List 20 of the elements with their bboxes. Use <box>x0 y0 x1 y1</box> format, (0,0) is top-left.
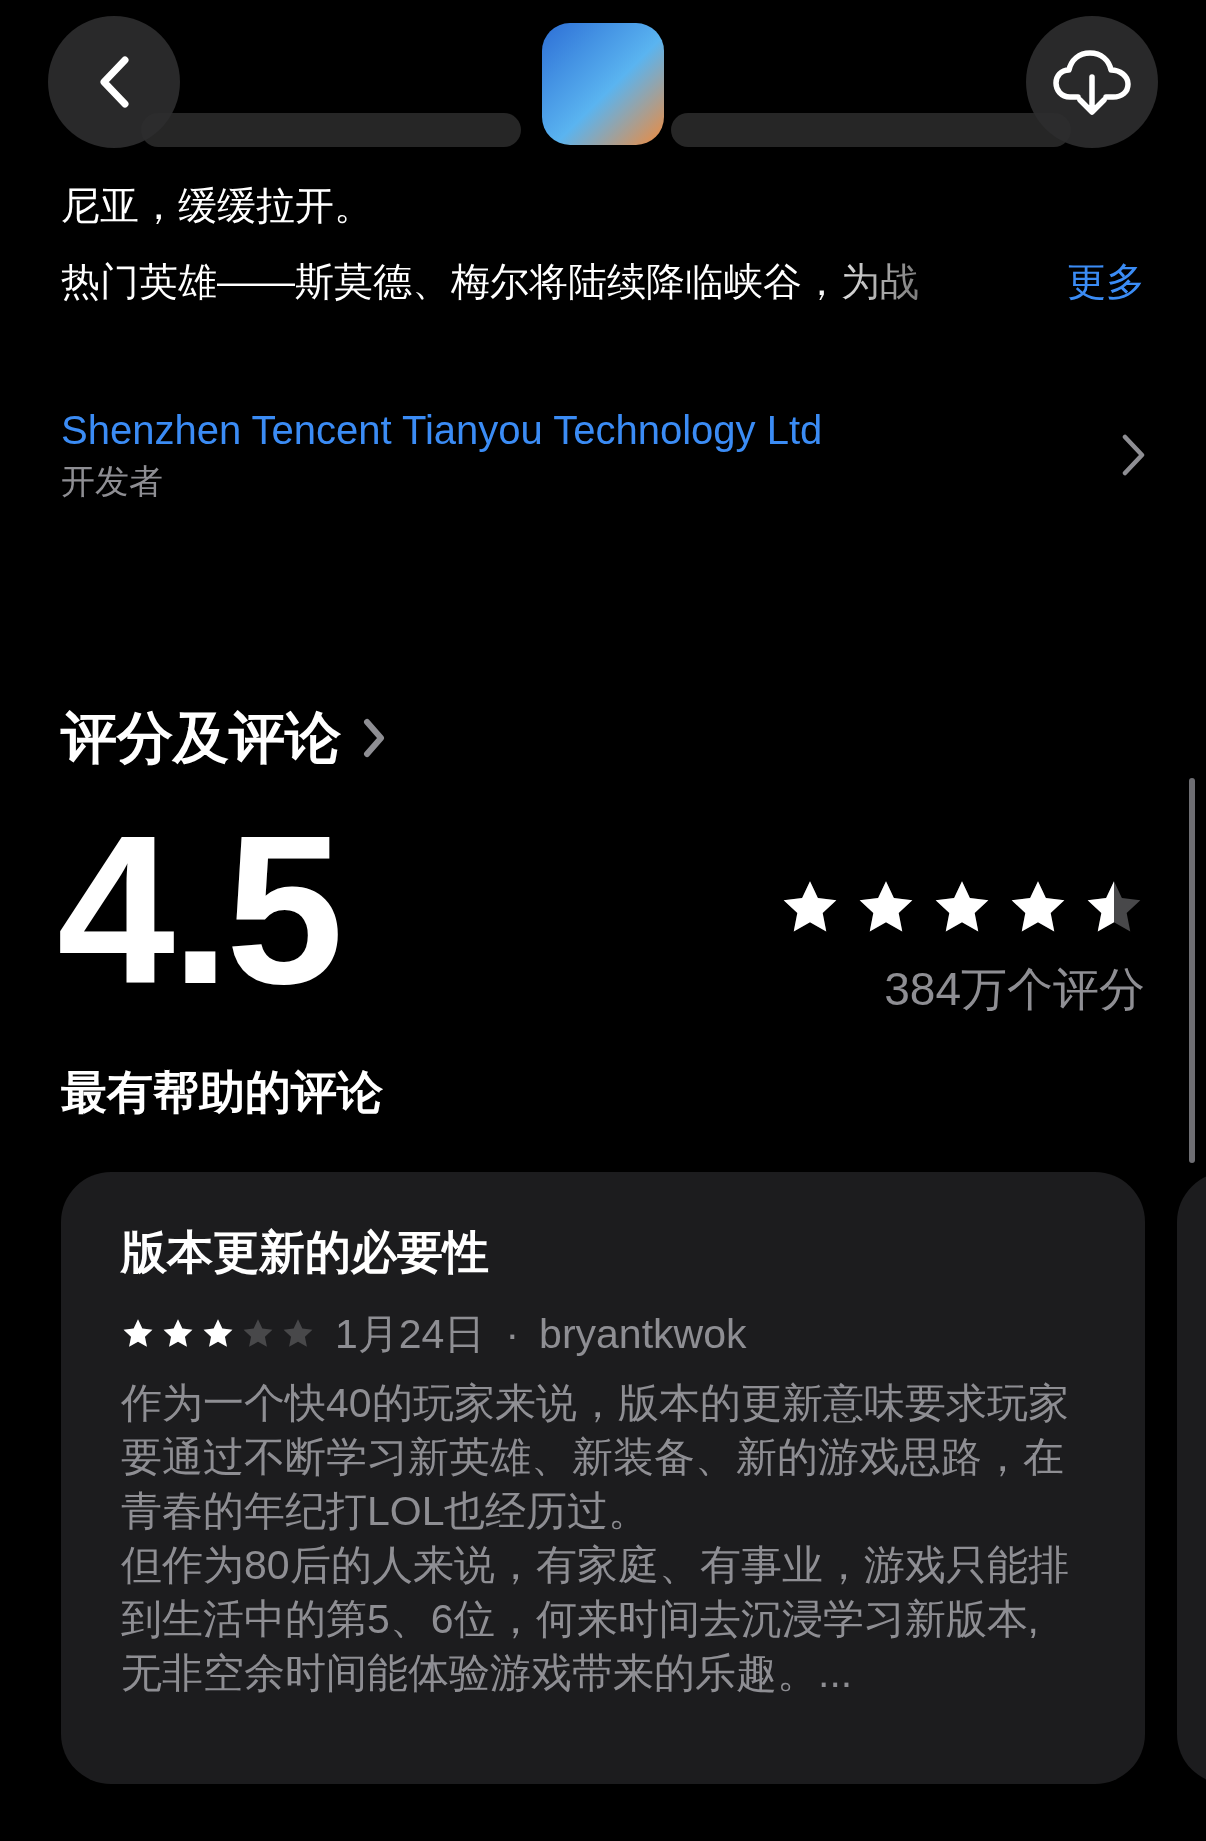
app-icon[interactable] <box>542 23 664 145</box>
more-link[interactable]: 更多 <box>1067 244 1145 320</box>
ratings-heading[interactable]: 评分及评论 <box>61 702 341 774</box>
section-heading: 最有帮助的评论 <box>61 1065 384 1120</box>
developer-label: 开发者 <box>61 461 164 502</box>
review-text: 作为一个快40的玩家来说，版本的更新意味要求玩家要通过不断学习新英雄、新装备、新的游戏思路，在青春的年纪打LOL也经历过。 但作为80后的人来说，有家庭、有事业，游戏只能排到生活中的第5、6位，何来时间去沉浸学习新版本, 无非空余时间能体验游戏带来的乐趣。... <box>121 1379 1070 1698</box>
chevron-right-icon <box>363 718 385 758</box>
review-card[interactable]: 版本更新的必要性 1月24日 · bryantkwok 作为一个快40的玩家来说，版本的更新意味要求玩家要通过不断学习新英雄、新装备、新的游戏思路，在青春的年纪打LOL也经历过。 但作为80后的人来说，有家庭、有事业，游戏只能排到生活中的第5、6位，何来时间去沉浸学习新版本, 无非空余时间能体验游戏带来的乐趣。... <box>61 1172 1145 1784</box>
review-author: bryantkwok <box>539 1310 747 1359</box>
developer-link[interactable]: Shenzhen Tencent Tianyou Technology Ltd 开发者 <box>61 404 1145 506</box>
developer-name: Shenzhen Tencent Tianyou Technology Ltd <box>61 407 823 454</box>
average-score: 4.5 <box>57 802 341 1017</box>
description-text: 尼亚，缓缓拉开。 <box>61 183 374 229</box>
chevron-right-icon <box>1121 434 1145 476</box>
separator-dot: · <box>505 1310 520 1359</box>
back-chevron-icon <box>98 56 130 108</box>
ratings-count: 384万个评分 <box>884 962 1145 1017</box>
review-date: 1月24日 <box>335 1310 486 1359</box>
review-title: 版本更新的必要性 <box>121 1225 490 1280</box>
cloud-download-icon <box>1052 49 1132 115</box>
